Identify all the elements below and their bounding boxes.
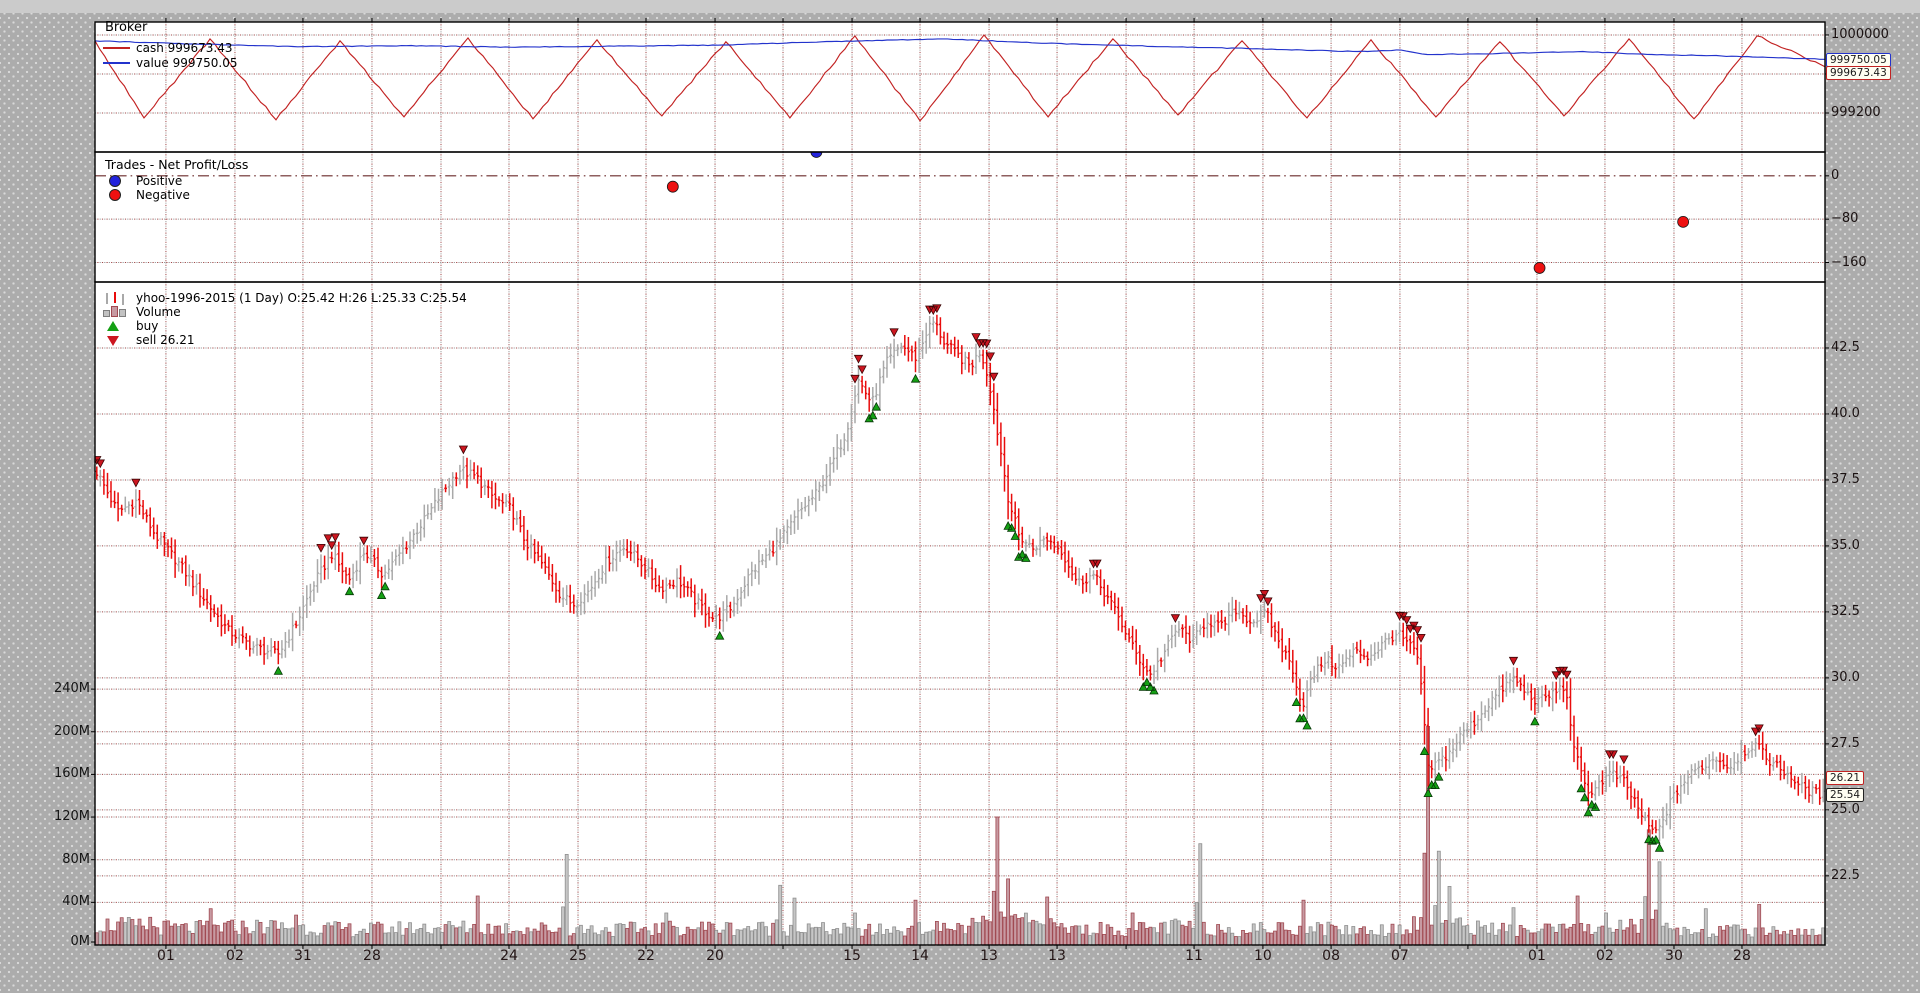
cash-line-icon <box>103 47 130 49</box>
legend-volume-label: Volume <box>136 305 181 319</box>
x-tick-label: 01 <box>1528 949 1546 964</box>
x-tick-label: 01 <box>157 949 175 964</box>
x-tick-label: 28 <box>363 949 381 964</box>
x-tick-label: 24 <box>500 949 518 964</box>
price-ytick-label: 35.0 <box>1831 539 1860 553</box>
price-ytick-label: 27.5 <box>1831 737 1860 751</box>
volume-ytick-label: 200M <box>2 725 90 739</box>
value-current-box: 999750.05 <box>1826 53 1891 67</box>
x-tick-label: 30 <box>1665 949 1683 964</box>
x-tick-label: 13 <box>980 949 998 964</box>
volume-ytick-label: 40M <box>2 895 90 909</box>
price-ytick-label: 32.5 <box>1831 605 1860 619</box>
price-ytick-label: 40.0 <box>1831 407 1860 421</box>
volume-ytick-label: 240M <box>2 682 90 696</box>
volume-icon <box>103 307 126 317</box>
negative-dot-icon <box>109 189 121 201</box>
volume-ytick-label: 80M <box>2 853 90 867</box>
trades-ytick-label: −160 <box>1831 256 1867 270</box>
volume-ytick-label: 120M <box>2 810 90 824</box>
x-tick-label: 28 <box>1733 949 1751 964</box>
value-line-icon <box>103 62 130 64</box>
price-ytick-label: 37.5 <box>1831 473 1860 487</box>
legend-sell-label: sell 26.21 <box>136 333 194 347</box>
x-tick-label: 14 <box>911 949 929 964</box>
x-tick-label: 02 <box>1596 949 1614 964</box>
broker-panel-title: Broker <box>105 20 147 35</box>
legend-buy-label: buy <box>136 319 158 333</box>
x-tick-label: 10 <box>1254 949 1272 964</box>
x-tick-label: 02 <box>226 949 244 964</box>
broker-ytick-label: 999200 <box>1831 106 1881 120</box>
price-ytick-label: 22.5 <box>1831 869 1860 883</box>
legend-cash-label: cash 999673.43 <box>136 41 233 55</box>
close-price-box: 25.54 <box>1826 788 1864 802</box>
x-tick-label: 13 <box>1048 949 1066 964</box>
volume-ytick-label: 160M <box>2 767 90 781</box>
x-tick-label: 11 <box>1185 949 1203 964</box>
sell-marker-icon <box>107 336 119 346</box>
x-tick-label: 07 <box>1391 949 1409 964</box>
x-tick-label: 22 <box>637 949 655 964</box>
price-ytick-label: 30.0 <box>1831 671 1860 685</box>
x-tick-label: 20 <box>706 949 724 964</box>
trades-panel-title: Trades - Net Profit/Loss <box>105 157 248 172</box>
buy-marker-icon <box>107 321 119 331</box>
data-series-title: yhoo-1996-2015 (1 Day) O:25.42 H:26 L:25… <box>136 291 467 305</box>
cash-current-box: 999673.43 <box>1826 66 1891 80</box>
backtrader-figure: 10000009996009992000−80−16042.540.037.53… <box>0 0 1920 993</box>
x-tick-label: 15 <box>843 949 861 964</box>
price-ytick-label: 25.0 <box>1831 803 1860 817</box>
x-tick-label: 08 <box>1322 949 1340 964</box>
trades-ytick-label: −80 <box>1831 212 1858 226</box>
legend-value-label: value 999750.05 <box>136 56 237 70</box>
x-tick-label: 31 <box>294 949 312 964</box>
legend-positive-label: Positive <box>136 174 182 188</box>
positive-dot-icon <box>109 175 121 187</box>
chart-canvas <box>0 0 1920 993</box>
legend-negative-label: Negative <box>136 188 190 202</box>
candlestick-icon <box>103 292 129 305</box>
x-tick-label: 25 <box>569 949 587 964</box>
broker-ytick-label: 1000000 <box>1831 28 1889 42</box>
sell-price-box: 26.21 <box>1826 771 1864 785</box>
volume-ytick-label: 0M <box>2 935 90 949</box>
price-ytick-label: 42.5 <box>1831 341 1860 355</box>
trades-ytick-label: 0 <box>1831 169 1839 183</box>
